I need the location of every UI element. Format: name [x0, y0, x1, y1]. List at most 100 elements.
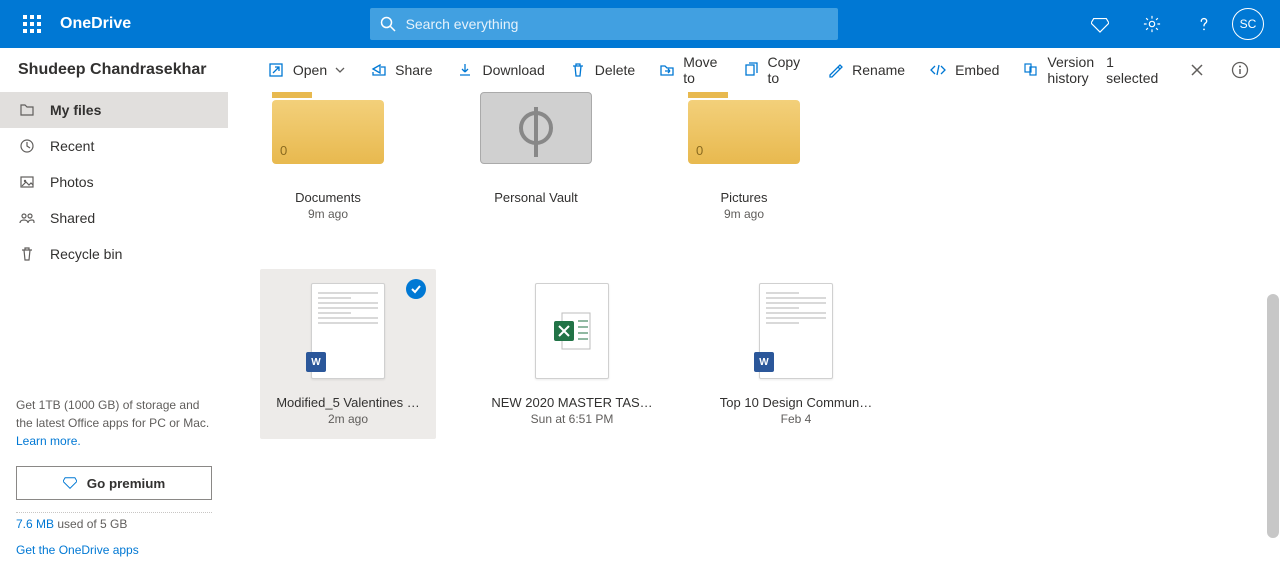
folder-name: Pictures	[721, 190, 768, 205]
open-button[interactable]: Open	[257, 48, 355, 92]
folder-date: 9m ago	[724, 207, 764, 221]
folder-date: 9m ago	[308, 207, 348, 221]
people-icon	[18, 209, 36, 227]
folders-row: 0 Documents 9m ago Personal Vault	[260, 92, 1248, 221]
help-icon	[1195, 15, 1213, 33]
nav-shared[interactable]: Shared	[0, 200, 228, 236]
copy-icon	[743, 61, 759, 79]
search-box[interactable]	[370, 8, 838, 40]
folder-count: 0	[280, 143, 287, 158]
nav-label: Shared	[50, 210, 95, 226]
nav-recycle-bin[interactable]: Recycle bin	[0, 236, 228, 272]
file-tile-2[interactable]: W Top 10 Design Commun… Feb 4	[708, 269, 884, 439]
header-right: SC	[1076, 0, 1272, 48]
app-name: OneDrive	[56, 15, 131, 33]
nav-recent[interactable]: Recent	[0, 128, 228, 164]
delete-button[interactable]: Delete	[559, 48, 645, 92]
files-row: W Modified_5 Valentines … 2m ago NEW 20	[260, 269, 1248, 439]
share-label: Share	[395, 62, 432, 78]
command-bar-right: 1 selected	[1106, 54, 1264, 86]
settings-button[interactable]	[1128, 0, 1176, 48]
command-bar: Shudeep Chandrasekhar Open Share Downloa…	[0, 48, 1280, 92]
search-icon	[380, 16, 396, 32]
folder-icon	[18, 101, 36, 119]
file-tile-0[interactable]: W Modified_5 Valentines … 2m ago	[260, 269, 436, 439]
nav-list: My files Recent Photos Shared Recycle bi…	[0, 92, 228, 272]
chevron-down-icon	[335, 65, 345, 75]
diamond-icon	[63, 475, 77, 492]
help-button[interactable]	[1180, 0, 1228, 48]
open-icon	[267, 61, 285, 79]
learn-more-link[interactable]: Learn more.	[16, 434, 81, 448]
history-label: Version history	[1047, 54, 1096, 86]
move-to-button[interactable]: Move to	[649, 48, 729, 92]
breadcrumb-owner: Shudeep Chandrasekhar	[16, 61, 257, 79]
share-button[interactable]: Share	[359, 48, 442, 92]
copy-label: Copy to	[767, 54, 802, 86]
folder-icon: 0	[272, 92, 384, 164]
scrollbar[interactable]	[1267, 294, 1279, 538]
info-icon	[1231, 61, 1249, 79]
version-history-button[interactable]: Version history	[1013, 48, 1106, 92]
folder-tile-documents[interactable]: 0 Documents 9m ago	[260, 92, 396, 221]
nav-label: Recent	[50, 138, 94, 154]
rename-label: Rename	[852, 62, 905, 78]
rename-icon	[826, 61, 844, 79]
download-label: Download	[482, 62, 544, 78]
word-badge-icon: W	[754, 352, 774, 372]
clear-selection-button[interactable]	[1181, 54, 1213, 86]
details-pane-button[interactable]	[1225, 54, 1257, 86]
premium-promo: Get 1TB (1000 GB) of storage and the lat…	[0, 384, 228, 462]
trash-icon	[18, 245, 36, 263]
embed-icon	[929, 61, 947, 79]
embed-button[interactable]: Embed	[919, 48, 1009, 92]
clock-icon	[18, 137, 36, 155]
folder-tile-pictures[interactable]: 0 Pictures 9m ago	[676, 92, 812, 221]
promo-text: Get 1TB (1000 GB) of storage and the lat…	[16, 398, 209, 430]
app-header: OneDrive SC	[0, 0, 1280, 48]
waffle-icon	[23, 15, 41, 33]
go-premium-label: Go premium	[87, 476, 166, 491]
embed-label: Embed	[955, 62, 999, 78]
sidebar: My files Recent Photos Shared Recycle bi…	[0, 92, 228, 569]
nav-label: Photos	[50, 174, 94, 190]
nav-label: Recycle bin	[50, 246, 122, 262]
excel-thumbnail	[535, 283, 609, 379]
download-button[interactable]: Download	[446, 48, 554, 92]
file-name: Top 10 Design Commun…	[720, 395, 872, 410]
file-name: NEW 2020 MASTER TAS…	[491, 395, 652, 410]
file-tile-1[interactable]: NEW 2020 MASTER TAS… Sun at 6:51 PM	[484, 269, 660, 439]
rename-button[interactable]: Rename	[816, 48, 915, 92]
file-grid: 0 Documents 9m ago Personal Vault	[228, 92, 1280, 569]
word-document-thumbnail: W	[759, 283, 833, 379]
file-date: Feb 4	[781, 412, 812, 426]
open-label: Open	[293, 62, 327, 78]
share-icon	[369, 61, 387, 79]
nav-my-files[interactable]: My files	[0, 92, 228, 128]
diamond-icon	[1091, 15, 1109, 33]
get-apps-link[interactable]: Get the OneDrive apps	[16, 543, 139, 557]
folder-icon: 0	[688, 92, 800, 164]
copy-to-button[interactable]: Copy to	[733, 48, 812, 92]
vault-icon	[480, 92, 592, 164]
delete-label: Delete	[595, 62, 635, 78]
nav-photos[interactable]: Photos	[0, 164, 228, 200]
history-icon	[1023, 61, 1039, 79]
folder-count: 0	[696, 143, 703, 158]
account-avatar[interactable]: SC	[1232, 8, 1264, 40]
premium-diamond-button[interactable]	[1076, 0, 1124, 48]
excel-icon	[548, 307, 596, 355]
close-icon	[1190, 63, 1204, 77]
search-input[interactable]	[406, 16, 828, 32]
app-launcher-button[interactable]	[8, 0, 56, 48]
nav-label: My files	[50, 102, 101, 118]
storage-usage[interactable]: 7.6 MB used of 5 GB	[0, 513, 228, 539]
get-apps: Get the OneDrive apps	[0, 539, 228, 569]
word-document-thumbnail: W	[311, 283, 385, 379]
storage-total: used of 5 GB	[54, 517, 127, 531]
selected-check-icon	[406, 279, 426, 299]
storage-used: 7.6 MB	[16, 517, 54, 531]
folder-tile-personal-vault[interactable]: Personal Vault	[468, 92, 604, 221]
go-premium-button[interactable]: Go premium	[16, 466, 212, 500]
download-icon	[456, 61, 474, 79]
